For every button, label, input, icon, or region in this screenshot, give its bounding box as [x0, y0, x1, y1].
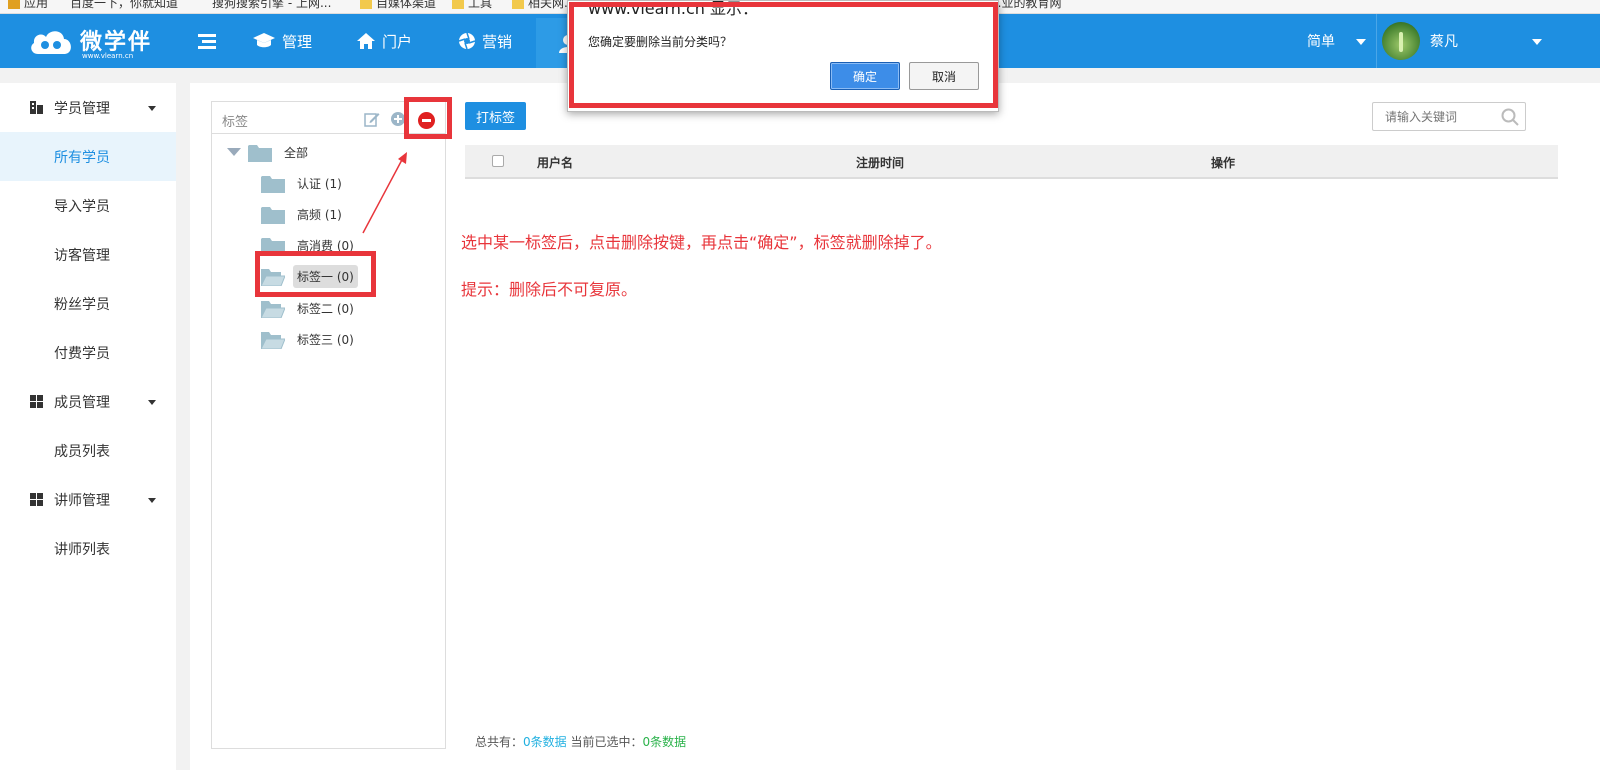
grid-icon: [30, 395, 43, 408]
bookmark-edu[interactable]: ...业的教育网: [990, 0, 1061, 11]
sidebar-group-lecturers[interactable]: 讲师管理: [0, 475, 176, 524]
chevron-down-icon: [148, 400, 156, 405]
folder-icon: [360, 0, 372, 9]
folder-icon: [248, 144, 272, 162]
nav-manage[interactable]: 管理: [252, 14, 312, 68]
table-header: 用户名 注册时间 操作: [465, 145, 1558, 179]
expand-triangle-icon[interactable]: [227, 148, 241, 156]
highlight-delete-box: [404, 97, 452, 139]
select-all-checkbox[interactable]: [492, 155, 504, 167]
search-input[interactable]: [1373, 103, 1497, 130]
folder-icon: [452, 0, 464, 9]
sidebar-item-member-list[interactable]: 成员列表: [0, 426, 176, 475]
tree-node[interactable]: 高频 (1): [261, 202, 346, 226]
user-menu-caret-icon[interactable]: [1532, 39, 1542, 45]
chevron-down-icon: [148, 106, 156, 111]
chevron-down-icon: [148, 498, 156, 503]
search-box: [1372, 102, 1526, 131]
bookmark-tools[interactable]: 工具: [452, 0, 492, 11]
aperture-icon: [458, 32, 476, 50]
sidebar-item-paid-students[interactable]: 付费学员: [0, 328, 176, 377]
tree-node[interactable]: 认证 (1): [261, 171, 346, 195]
instruction-note: 选中某一标签后，点击删除按键，再点击“确定”，标签就删除掉了。: [461, 233, 942, 252]
home-icon: [357, 33, 375, 49]
record-count: 总共有：0条数据 当前已选中：0条数据: [475, 735, 687, 749]
bookmark-apps[interactable]: 应用: [8, 0, 48, 11]
column-username[interactable]: 用户名: [537, 154, 573, 171]
sidebar-item-all-students[interactable]: 所有学员: [0, 132, 176, 181]
folder-icon: [512, 0, 524, 9]
avatar[interactable]: [1382, 22, 1420, 60]
sidebar-item-visitors[interactable]: 访客管理: [0, 230, 176, 279]
column-register-time[interactable]: 注册时间: [856, 154, 904, 171]
bookmark-media[interactable]: 自媒体渠道: [360, 0, 436, 11]
tree-node-root[interactable]: 全部: [248, 140, 312, 164]
user-name[interactable]: 蔡凡: [1430, 14, 1458, 68]
sidebar-group-members[interactable]: 成员管理: [0, 377, 176, 426]
sidebar-item-import-students[interactable]: 导入学员: [0, 181, 176, 230]
column-actions: 操作: [1211, 156, 1236, 170]
bookmark-baidu[interactable]: 百度一下，你就知道: [70, 0, 178, 11]
logo-subtext: www.vlearn.cn: [82, 52, 134, 60]
sidebar-item-lecturer-list[interactable]: 讲师列表: [0, 524, 176, 573]
sidebar: 学员管理 所有学员 导入学员 访客管理 粉丝学员 付费学员 成员管理 成员列表 …: [0, 83, 176, 770]
graduation-cap-icon: [253, 33, 275, 48]
folder-open-icon: [261, 300, 285, 318]
nav-marketing[interactable]: 营销: [458, 14, 512, 68]
apps-icon: [8, 0, 20, 9]
tree-node[interactable]: 标签三 (0): [261, 327, 358, 351]
tag-button[interactable]: 打标签: [465, 102, 526, 130]
plus-icon: [394, 115, 402, 123]
cloud-logo-icon: [31, 31, 71, 54]
add-icon[interactable]: [391, 112, 405, 126]
highlight-dialog-box: [569, 2, 998, 108]
bookmark-related[interactable]: 相关网...: [512, 0, 575, 11]
folder-open-icon: [261, 331, 285, 349]
edit-icon[interactable]: [364, 111, 380, 127]
search-icon[interactable]: [1501, 108, 1519, 126]
mode-switch[interactable]: 简单: [1307, 14, 1335, 68]
annotation-arrow-icon: [362, 152, 407, 234]
menu-toggle-icon[interactable]: [196, 30, 218, 52]
folder-icon: [261, 175, 285, 193]
tag-tree-title: 标签: [222, 115, 249, 130]
folder-icon: [261, 206, 285, 224]
nav-portal[interactable]: 门户: [356, 14, 412, 68]
sidebar-item-fan-students[interactable]: 粉丝学员: [0, 279, 176, 328]
divider: [1376, 14, 1377, 68]
bookmark-sogou[interactable]: 搜狗搜索引擎 - 上网...: [212, 0, 331, 11]
sidebar-group-students[interactable]: 学员管理: [0, 83, 176, 132]
building-icon: [30, 101, 43, 114]
highlight-selected-tag-box: [255, 251, 376, 297]
warning-note: 提示：删除后不可复原。: [461, 280, 638, 299]
mode-caret-icon[interactable]: [1356, 39, 1366, 45]
tree-node[interactable]: 标签二 (0): [261, 296, 358, 320]
grid-icon: [30, 493, 43, 506]
